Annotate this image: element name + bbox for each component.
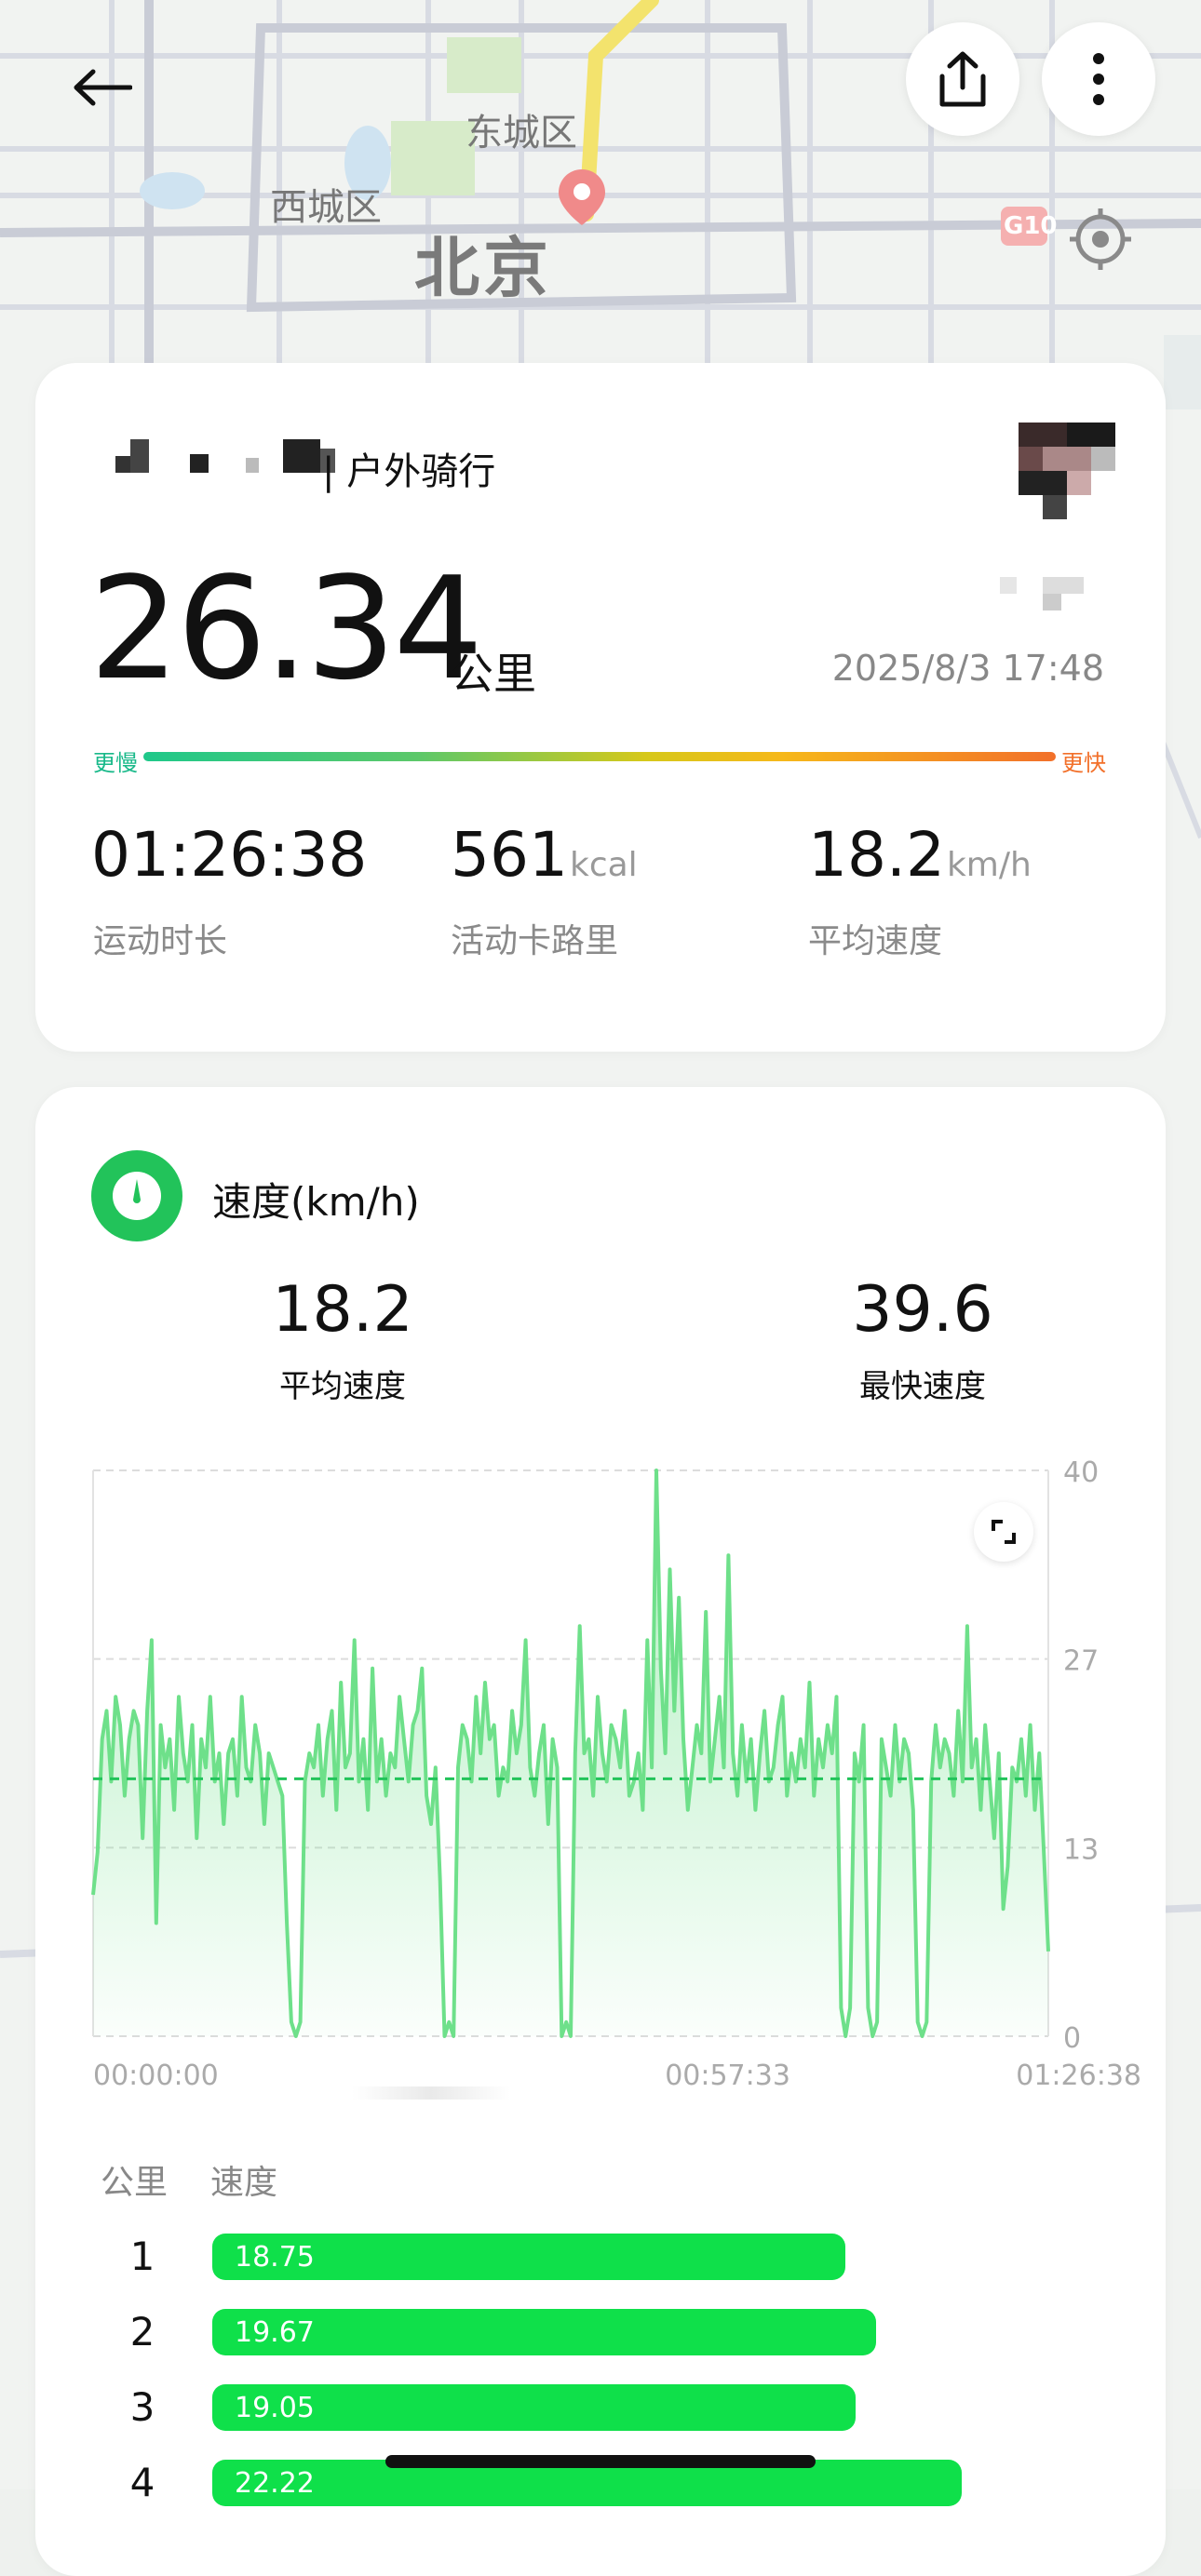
pace-gradient-bar [143, 752, 1056, 761]
stat-calories-unit: kcal [569, 846, 638, 884]
share-icon [939, 51, 986, 107]
locate-button[interactable] [1061, 200, 1140, 278]
avg-speed-value: 18.2 [272, 1273, 413, 1347]
km-row-number: 1 [129, 2234, 155, 2279]
map-label-west: 西城区 [270, 186, 382, 229]
speedometer-icon [113, 1172, 161, 1220]
summary-card: | 户外骑行 26.34 公里 2025/8/3 17:48 更慢 更快 01:… [35, 363, 1166, 1052]
y-tick-label: 0 [1063, 2022, 1081, 2055]
arrow-left-icon [74, 69, 132, 106]
stat-duration-label: 运动时长 [93, 922, 228, 960]
max-speed-label: 最快速度 [859, 1368, 986, 1405]
avg-speed-label: 平均速度 [279, 1368, 406, 1405]
map-label-east: 东城区 [466, 112, 577, 154]
stat-duration-value: 01:26:38 [91, 819, 368, 891]
map-pin-icon [557, 168, 607, 231]
more-vertical-icon [1093, 53, 1104, 105]
km-speed-bar: 19.67 [212, 2309, 876, 2355]
stat-speed-label: 平均速度 [808, 922, 943, 960]
map-road-badge: G10 [1004, 212, 1058, 240]
more-button[interactable] [1042, 22, 1155, 136]
activity-datetime: 2025/8/3 17:48 [831, 648, 1104, 689]
x-tick-redacted [352, 2086, 510, 2100]
km-row-number: 4 [129, 2460, 155, 2505]
distance-unit: 公里 [451, 649, 536, 699]
stat-speed-value: 18.2km/h [808, 819, 1032, 891]
locate-target-icon [1070, 208, 1131, 270]
x-tick-label: 00:57:33 [665, 2059, 790, 2092]
pace-slow-label: 更慢 [93, 750, 138, 776]
avatar[interactable] [1019, 423, 1115, 519]
home-indicator [385, 2455, 816, 2468]
km-row-number: 2 [129, 2309, 155, 2355]
km-speed-bar: 18.75 [212, 2234, 845, 2280]
expand-chart-button[interactable] [974, 1502, 1033, 1562]
stat-speed-unit: km/h [946, 846, 1032, 884]
speed-section-title: 速度(km/h) [212, 1179, 420, 1225]
map-label-city: 北京 [414, 230, 552, 306]
km-speed-bar: 19.05 [212, 2384, 856, 2431]
speed-column-header: 速度 [210, 2164, 278, 2202]
km-speed-value: 19.05 [235, 2391, 315, 2424]
activity-type: | 户外骑行 [322, 450, 496, 493]
speed-card: 速度(km/h) 18.2 平均速度 39.6 最快速度 40 27 13 0 00:… [35, 1087, 1166, 2576]
device-name-redacted [1000, 577, 1084, 610]
y-tick-label: 13 [1063, 1833, 1099, 1866]
distance-value: 26.34 [89, 546, 483, 711]
back-button[interactable] [63, 48, 142, 127]
km-column-header: 公里 [101, 2164, 169, 2202]
share-button[interactable] [906, 22, 1019, 136]
y-tick-label: 40 [1063, 1456, 1099, 1489]
x-tick-label: 01:26:38 [1016, 2059, 1141, 2092]
stat-calories-label: 活动卡路里 [451, 922, 619, 960]
km-row-number: 3 [129, 2384, 155, 2430]
speed-section-icon [91, 1150, 182, 1241]
stat-calories-value: 561kcal [451, 819, 638, 891]
pace-fast-label: 更快 [1061, 750, 1106, 776]
max-speed-value: 39.6 [852, 1273, 993, 1347]
user-name-redacted [115, 439, 348, 476]
x-tick-label: 00:00:00 [93, 2059, 219, 2092]
km-speed-value: 18.75 [235, 2240, 315, 2274]
km-speed-value: 22.22 [235, 2466, 315, 2500]
speed-chart[interactable]: 40 27 13 0 00:00:00 00:57:33 01:26:38 [35, 1441, 1166, 2260]
km-speed-value: 19.67 [235, 2315, 315, 2349]
expand-icon [992, 1520, 1016, 1544]
y-tick-label: 27 [1063, 1645, 1099, 1678]
